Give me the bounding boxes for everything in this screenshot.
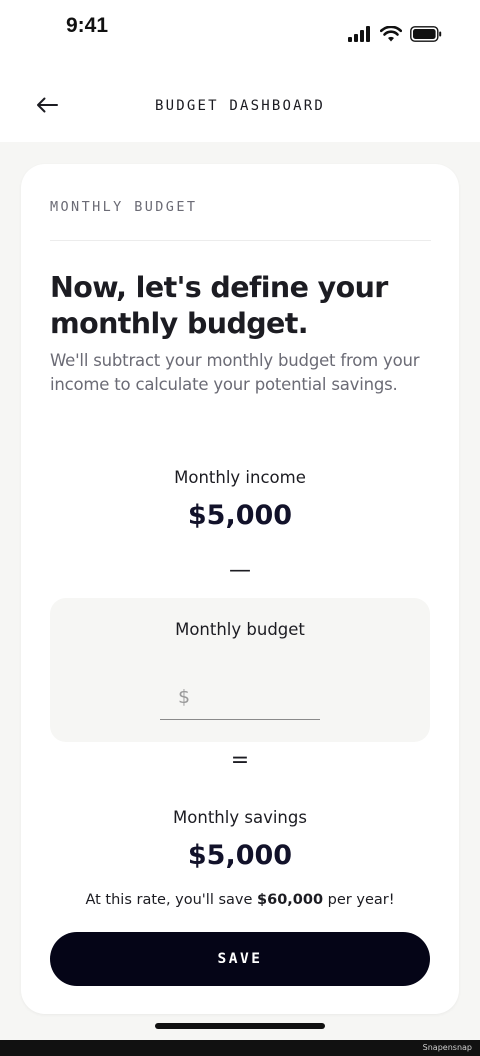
signal-icon (348, 26, 372, 47)
currency-symbol: $ (178, 685, 191, 708)
watermark: Snapensnap (422, 1043, 472, 1052)
status-bar: 9:41 (0, 0, 480, 70)
yearly-savings-text: At this rate, you'll save $60,000 per ye… (21, 892, 459, 908)
budget-card: MONTHLY BUDGET Now, let's define your mo… (21, 164, 459, 1014)
savings-label: Monthly savings (173, 808, 307, 827)
header-divider (50, 240, 431, 241)
page-title: BUDGET DASHBOARD (154, 98, 326, 114)
card-header: MONTHLY BUDGET (50, 199, 198, 215)
budget-label: Monthly budget (175, 620, 305, 639)
status-icons (348, 25, 442, 47)
income-label: Monthly income (174, 468, 306, 487)
equals-symbol: = (230, 748, 250, 773)
nav-bar: BUDGET DASHBOARD (0, 70, 480, 142)
save-button[interactable]: SAVE (50, 932, 430, 986)
budget-input-wrapper[interactable]: $ (160, 674, 320, 720)
rate-suffix: per year! (323, 892, 395, 908)
yearly-savings-amount: $60,000 (257, 892, 324, 908)
budget-input-box: Monthly budget $ (50, 598, 430, 742)
rate-prefix: At this rate, you'll save (85, 892, 258, 908)
status-time: 9:41 (66, 14, 109, 37)
footer-bar (0, 1040, 480, 1056)
headline: Now, let's define your monthly budget. (50, 271, 388, 340)
minus-symbol: — (229, 558, 251, 583)
budget-input[interactable] (196, 685, 307, 708)
wifi-icon (379, 25, 403, 47)
savings-value: $5,000 (187, 840, 293, 871)
subtext: We'll subtract your monthly budget from … (50, 351, 420, 394)
income-value: $5,000 (187, 500, 293, 531)
battery-icon (410, 26, 442, 47)
home-indicator (155, 1023, 325, 1029)
